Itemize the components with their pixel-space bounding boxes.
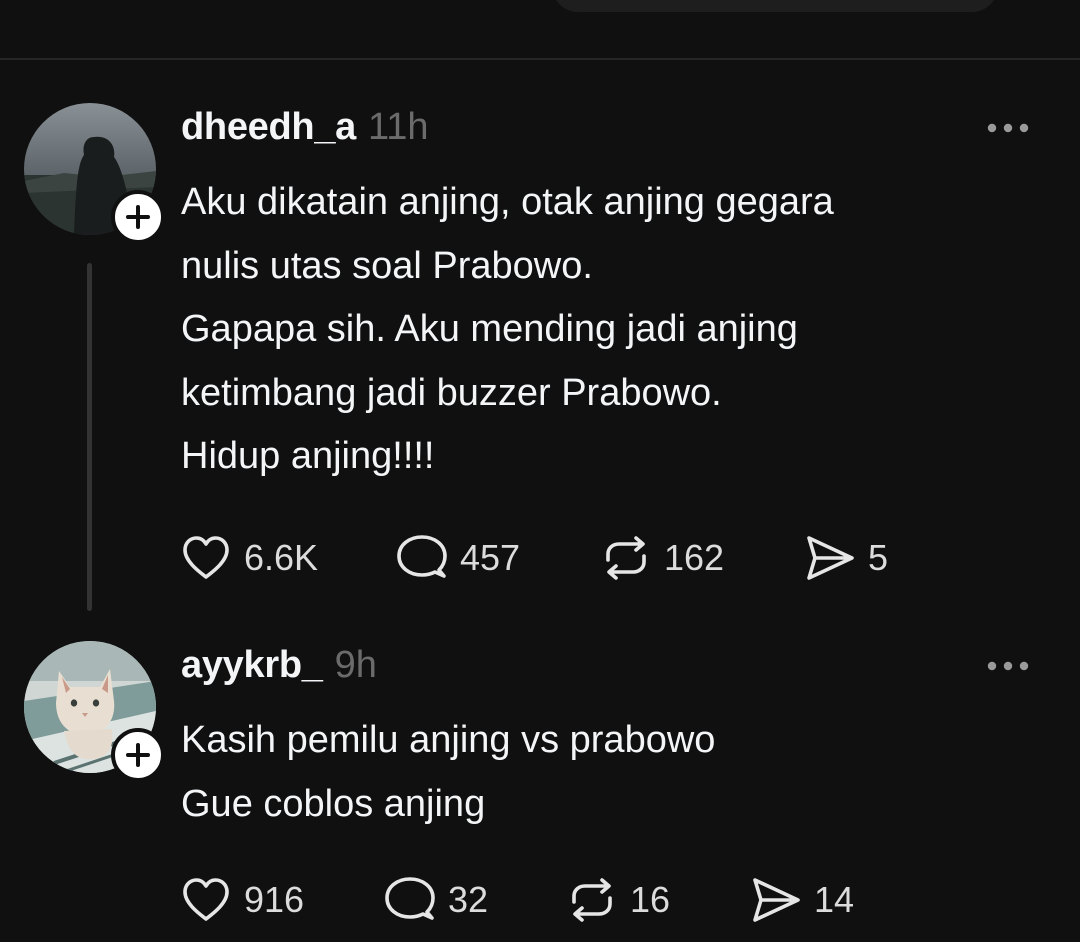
share-button[interactable]: 14 — [750, 875, 854, 925]
timestamp: 11h — [367, 106, 429, 148]
repost-icon — [606, 536, 646, 580]
avatar-container[interactable] — [24, 641, 165, 782]
reply-count: 32 — [448, 879, 489, 920]
comment-icon — [397, 535, 447, 578]
share-count: 5 — [868, 537, 889, 578]
more-options-button[interactable] — [982, 653, 1034, 679]
post-actions: 916 32 16 14 — [180, 875, 1040, 925]
username[interactable]: ayykrb_ — [181, 644, 323, 687]
send-icon — [807, 536, 854, 580]
like-button[interactable]: 6.6K — [180, 533, 318, 583]
repost-icon — [572, 878, 612, 922]
post-actions: 6.6K 457 162 5 — [180, 533, 1040, 583]
reply-button[interactable]: 32 — [384, 875, 488, 925]
like-button[interactable]: 916 — [180, 875, 304, 925]
reply-count: 457 — [460, 537, 521, 578]
repost-count: 16 — [630, 879, 671, 920]
share-button[interactable]: 5 — [804, 533, 888, 583]
heart-icon — [183, 536, 229, 579]
like-count: 6.6K — [244, 537, 319, 578]
repost-button[interactable]: 162 — [600, 533, 724, 583]
repost-count: 162 — [664, 537, 725, 578]
post-text: Kasih pemilu anjing vs prabowo Gue coblo… — [181, 719, 716, 825]
post-text: Aku dikatain anjing, otak anjing gegara … — [181, 181, 834, 477]
reply-button[interactable]: 457 — [396, 533, 520, 583]
post-header: ayykrb_ 9h — [181, 644, 377, 696]
follow-button[interactable] — [111, 728, 165, 782]
plus-icon — [126, 205, 150, 229]
thread-line — [87, 263, 92, 611]
search-bar[interactable] — [552, 0, 998, 12]
send-icon — [753, 878, 800, 922]
like-count: 916 — [244, 879, 305, 920]
comment-icon — [385, 877, 435, 920]
share-count: 14 — [814, 879, 855, 920]
repost-button[interactable]: 16 — [566, 875, 670, 925]
avatar-container[interactable] — [24, 103, 165, 244]
plus-icon — [126, 743, 150, 767]
more-options-button[interactable] — [982, 115, 1034, 141]
more-dots-icon — [987, 123, 1029, 133]
username[interactable]: dheedh_a — [181, 106, 356, 149]
follow-button[interactable] — [111, 190, 165, 244]
timestamp: 9h — [334, 644, 377, 686]
more-dots-icon — [987, 661, 1029, 671]
post-header: dheedh_a 11h — [181, 106, 429, 158]
heart-icon — [183, 878, 229, 921]
divider — [0, 58, 1080, 60]
